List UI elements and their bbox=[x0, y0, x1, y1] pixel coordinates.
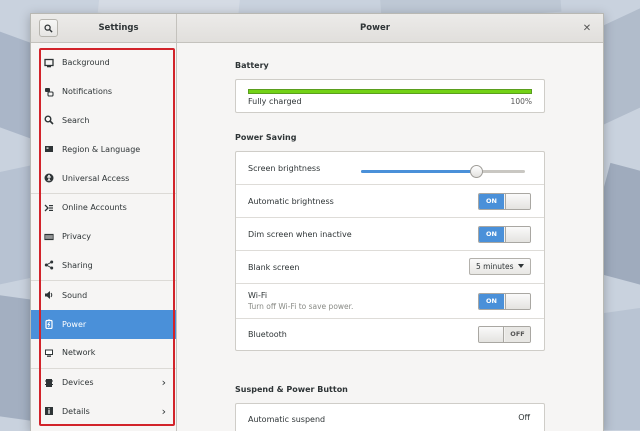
sidebar-item-sound[interactable]: Sound bbox=[31, 280, 176, 310]
sidebar-item-label: Devices bbox=[62, 378, 94, 388]
battery-percent: 100% bbox=[510, 97, 532, 106]
bluetooth-label: Bluetooth bbox=[248, 330, 287, 339]
privacy-icon bbox=[44, 232, 54, 242]
dim-screen-switch[interactable]: ON bbox=[478, 226, 531, 243]
blank-screen-value: 5 minutes bbox=[476, 262, 514, 271]
sidebar-item-label: Sharing bbox=[62, 260, 93, 270]
switch-state: ON bbox=[479, 227, 504, 242]
dim-screen-row: Dim screen when inactive ON bbox=[236, 218, 544, 251]
battery-heading: Battery bbox=[235, 61, 269, 70]
notifications-icon bbox=[44, 87, 54, 97]
share-icon bbox=[44, 260, 54, 270]
sidebar-item-network[interactable]: Network bbox=[31, 339, 176, 368]
search-button[interactable] bbox=[39, 19, 58, 37]
automatic-brightness-row: Automatic brightness ON bbox=[236, 185, 544, 218]
wifi-sublabel: Turn off Wi-Fi to save power. bbox=[248, 302, 354, 311]
sidebar-item-sharing[interactable]: Sharing bbox=[31, 252, 176, 281]
sidebar-item-notifications[interactable]: Notifications bbox=[31, 78, 176, 107]
sidebar-title: Settings bbox=[98, 23, 139, 33]
blank-screen-dropdown[interactable]: 5 minutes bbox=[469, 258, 531, 275]
brightness-slider-fill bbox=[361, 170, 476, 173]
info-icon bbox=[44, 406, 54, 416]
blank-screen-row: Blank screen 5 minutes bbox=[236, 251, 544, 284]
flag-icon bbox=[44, 144, 54, 154]
sidebar-item-details[interactable]: Details › bbox=[31, 398, 176, 427]
sidebar-item-label: Online Accounts bbox=[62, 203, 127, 213]
sidebar-item-label: Power bbox=[62, 319, 87, 329]
sidebar-item-privacy[interactable]: Privacy bbox=[31, 223, 176, 252]
sidebar-item-label: Network bbox=[62, 348, 96, 358]
sidebar-item-power[interactable]: Power bbox=[31, 310, 176, 339]
automatic-suspend-row[interactable]: Automatic suspend Off bbox=[236, 404, 544, 431]
suspend-heading: Suspend & Power Button bbox=[235, 385, 348, 394]
settings-window: Settings Power ✕ Background Notification… bbox=[30, 13, 604, 431]
sidebar-item-label: Details bbox=[62, 406, 90, 416]
speaker-icon bbox=[44, 290, 54, 300]
suspend-card: Automatic suspend Off bbox=[235, 403, 545, 431]
search-icon bbox=[44, 23, 53, 33]
battery-icon bbox=[44, 319, 54, 330]
sidebar-item-devices[interactable]: Devices › bbox=[31, 367, 176, 398]
brightness-slider[interactable] bbox=[361, 165, 525, 178]
chevron-right-icon: › bbox=[161, 375, 166, 389]
sidebar-item-label: Universal Access bbox=[62, 173, 130, 183]
screen-brightness-row: Screen brightness bbox=[236, 152, 544, 185]
wifi-label: Wi-Fi bbox=[248, 291, 268, 300]
switch-state: ON bbox=[479, 194, 504, 209]
sidebar-item-label: Sound bbox=[62, 290, 88, 300]
sidebar-item-label: Background bbox=[62, 58, 110, 68]
title-bar: Settings Power ✕ bbox=[31, 14, 603, 43]
switch-state: ON bbox=[479, 294, 504, 309]
sidebar-item-search[interactable]: Search bbox=[31, 107, 176, 136]
bluetooth-switch[interactable]: OFF bbox=[478, 326, 531, 343]
panel-title: Power bbox=[360, 23, 390, 33]
power-panel: Battery Fully charged 100% Power Saving … bbox=[177, 43, 603, 431]
sidebar-item-label: Region & Language bbox=[62, 144, 141, 154]
sidebar-item-label: Privacy bbox=[62, 232, 91, 242]
dropdown-arrow-icon bbox=[518, 264, 524, 268]
network-icon bbox=[44, 348, 54, 358]
bluetooth-row: Bluetooth OFF bbox=[236, 319, 544, 350]
brightness-slider-handle[interactable] bbox=[469, 165, 483, 178]
dim-screen-label: Dim screen when inactive bbox=[248, 229, 352, 239]
search-icon bbox=[44, 115, 54, 126]
automatic-brightness-label: Automatic brightness bbox=[248, 196, 334, 206]
sidebar-item-online-accounts[interactable]: Online Accounts bbox=[31, 192, 176, 223]
blank-screen-label: Blank screen bbox=[248, 262, 300, 272]
close-icon: ✕ bbox=[582, 22, 592, 34]
power-saving-heading: Power Saving bbox=[235, 133, 297, 142]
sidebar-item-background[interactable]: Background bbox=[31, 49, 176, 78]
sidebar-item-label: Search bbox=[62, 115, 90, 125]
sidebar-item-universal-access[interactable]: Universal Access bbox=[31, 164, 176, 193]
sidebar-item-region-language[interactable]: Region & Language bbox=[31, 135, 176, 164]
online-accounts-icon bbox=[44, 203, 54, 213]
chevron-right-icon: › bbox=[161, 404, 166, 418]
sidebar-header: Settings bbox=[31, 14, 177, 42]
automatic-suspend-value: Off bbox=[518, 413, 530, 422]
screen-brightness-label: Screen brightness bbox=[248, 163, 321, 173]
close-button[interactable]: ✕ bbox=[577, 18, 597, 38]
devices-icon bbox=[44, 378, 54, 388]
battery-card: Fully charged 100% bbox=[235, 79, 545, 113]
wifi-row: Wi-Fi Turn off Wi-Fi to save power. ON bbox=[236, 284, 544, 319]
power-saving-card: Screen brightness Automatic brightness O… bbox=[235, 151, 545, 351]
wifi-switch[interactable]: ON bbox=[478, 293, 531, 310]
automatic-brightness-switch[interactable]: ON bbox=[478, 193, 531, 210]
sidebar: Background Notifications Search Region &… bbox=[31, 43, 177, 431]
battery-level-bar bbox=[248, 89, 532, 94]
switch-state: OFF bbox=[505, 327, 530, 342]
battery-status: Fully charged bbox=[248, 97, 302, 106]
automatic-suspend-label: Automatic suspend bbox=[248, 414, 326, 424]
accessibility-icon bbox=[44, 173, 54, 183]
background-icon bbox=[44, 58, 54, 68]
sidebar-item-label: Notifications bbox=[62, 87, 113, 97]
